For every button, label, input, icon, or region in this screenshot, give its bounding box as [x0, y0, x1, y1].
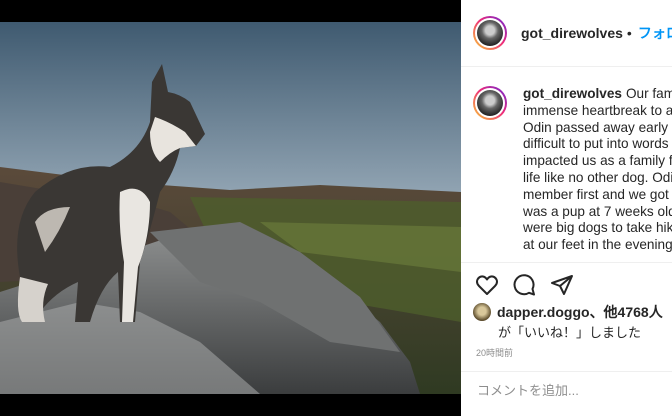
comment-input[interactable] [475, 382, 669, 399]
caption-line: was a pup at 7 weeks old a [523, 203, 672, 219]
likes-suffix: が「いいね！」しました [498, 325, 642, 340]
share-icon[interactable] [550, 273, 574, 297]
header-username[interactable]: got_direwolves [521, 25, 623, 41]
action-bar [461, 262, 672, 307]
likes-summary: dapper.doggo、他4768人 [473, 302, 672, 322]
heart-icon[interactable] [475, 273, 499, 297]
caption-line: member first and we got h [523, 186, 672, 202]
likes-count[interactable]: 、他4768人 [590, 304, 663, 320]
comment-icon[interactable] [512, 273, 536, 297]
caption-line: difficult to put into words h [523, 136, 672, 152]
avatar[interactable] [473, 16, 507, 50]
husky-on-rock-image [0, 22, 461, 394]
post-side-panel: got_direwolves • フォロー got_direwolvesOur … [461, 0, 672, 416]
caption-line: life like no other dog. Odin [523, 169, 672, 185]
header-separator: • [626, 25, 632, 41]
liker-avatar[interactable] [473, 303, 491, 321]
follow-button[interactable]: フォロー [638, 23, 672, 43]
caption: got_direwolvesOur family immense heartbr… [461, 86, 672, 254]
caption-line: at our feet in the evening b [523, 237, 672, 253]
caption-line: Our family [625, 86, 672, 101]
caption-line: were big dogs to take hikin [523, 220, 672, 236]
caption-line: Odin passed away early th [523, 119, 672, 135]
caption-avatar[interactable] [473, 86, 507, 120]
caption-username[interactable]: got_direwolves [523, 86, 622, 101]
liker-username[interactable]: dapper.doggo [497, 304, 590, 320]
caption-line: impacted us as a family for [523, 153, 672, 169]
comment-bar [461, 371, 672, 416]
post-timestamp[interactable]: 20時間前 [476, 346, 513, 359]
caption-line: immense heartbreak to an [523, 102, 672, 118]
caption-text: got_direwolvesOur family immense heartbr… [523, 86, 672, 254]
post-photo[interactable] [0, 22, 461, 394]
post-header: got_direwolves • フォロー [461, 0, 672, 67]
likes-line: dapper.doggo、他4768人 [497, 302, 663, 322]
